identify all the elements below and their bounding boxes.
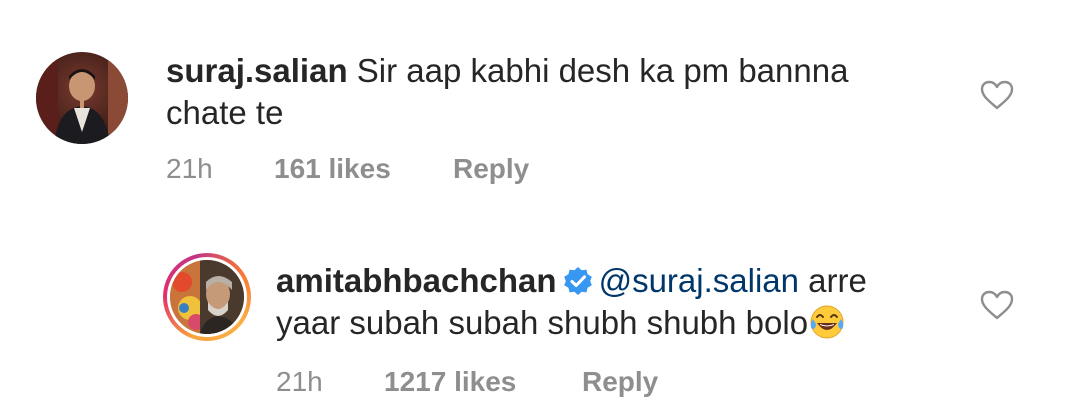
story-ring[interactable] — [163, 253, 251, 341]
reply-comment-item: amitabhbachchan @suraj.salian arre yaar … — [0, 200, 1072, 401]
reply-button[interactable]: Reply — [453, 153, 529, 185]
tears-of-joy-emoji-icon — [810, 305, 844, 339]
comment-body-line2: chate te — [166, 94, 284, 131]
reply-button[interactable]: Reply — [582, 366, 658, 398]
mention-link[interactable]: @suraj.salian — [599, 262, 799, 299]
comment-body-line1: Sir aap kabhi desh ka pm bannna — [347, 52, 849, 89]
comment-username[interactable]: amitabhbachchan — [276, 262, 557, 299]
likes-count[interactable]: 1217 likes — [384, 366, 516, 398]
avatar — [170, 260, 244, 334]
comment-text: suraj.salian Sir aap kabhi desh ka pm ba… — [166, 50, 956, 134]
verified-badge-icon — [563, 267, 592, 295]
comment-username[interactable]: suraj.salian — [166, 52, 348, 89]
comment-text: amitabhbachchan @suraj.salian arre yaar … — [276, 260, 976, 344]
comment-body-line2: yaar subah subah shubh shubh bolo — [276, 304, 809, 341]
avatar[interactable] — [36, 52, 128, 144]
likes-count[interactable]: 161 likes — [274, 153, 391, 185]
comment-body-line1: arre — [799, 262, 867, 299]
heart-outline-icon[interactable] — [980, 80, 1014, 110]
heart-outline-icon[interactable] — [980, 290, 1014, 320]
comment-timestamp: 21h — [276, 366, 323, 397]
comment-meta: 21h 161 likes Reply — [166, 153, 586, 187]
comment-item: suraj.salian Sir aap kabhi desh ka pm ba… — [0, 0, 1072, 200]
comment-meta: 21h 1217 likes Reply — [276, 366, 696, 400]
comment-timestamp: 21h — [166, 153, 213, 184]
